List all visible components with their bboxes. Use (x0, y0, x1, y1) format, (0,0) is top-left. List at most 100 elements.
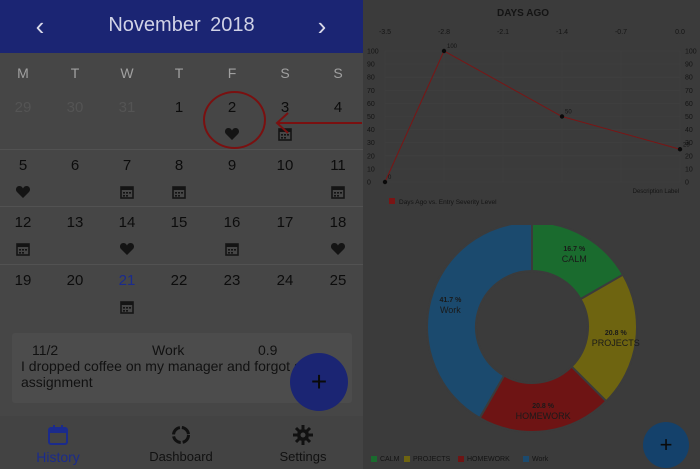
tab-settings[interactable]: Settings (253, 424, 353, 464)
calendar-day[interactable]: 7 (101, 157, 153, 174)
data-point (382, 179, 388, 185)
tab-history[interactable]: History (8, 424, 108, 465)
data-point (559, 114, 565, 119)
y-tick-label-left: 10 (367, 166, 375, 173)
y-tick-label-left: 100 (367, 49, 379, 56)
dashboard-add-button[interactable]: + (643, 422, 689, 468)
weekday-label: F (227, 65, 237, 81)
calendar-day[interactable]: 17 (259, 214, 311, 231)
y-tick-label-left: 20 (367, 153, 375, 160)
weekday-label: W (120, 65, 134, 81)
data-point-label: 100 (447, 44, 458, 50)
x-tick-label: -3.5 (379, 29, 391, 36)
calendar-day[interactable]: 30 (49, 99, 101, 116)
description-label: Description Label (633, 189, 679, 195)
data-point (677, 147, 683, 152)
x-tick-label: -0.7 (615, 29, 627, 36)
legend-swatch (458, 456, 464, 463)
entry-category: Work (152, 342, 185, 358)
calendar-row-divider (0, 264, 363, 265)
y-tick-label-right: 50 (685, 114, 693, 121)
chevron-left-icon[interactable]: ‹ (26, 12, 54, 40)
gear-icon (293, 425, 313, 445)
tab-settings-label: Settings (279, 449, 327, 464)
data-point-label: 0 (388, 175, 392, 181)
dashboard-screen: DAYS AGO -3.5 -2.8 -2.1 -1.4 -0.7 0.0 0 0 10 10 20 2… (363, 0, 700, 469)
weekday-label: M (17, 65, 29, 81)
calendar-icon[interactable] (119, 184, 135, 200)
calendar-day[interactable]: 5 (0, 157, 49, 174)
calendar-day[interactable]: 29 (0, 99, 49, 116)
x-tick-label: -2.1 (497, 29, 509, 36)
calendar-day[interactable]: 6 (49, 157, 101, 174)
add-entry-button[interactable]: + (290, 353, 348, 411)
y-tick-label-right: 70 (685, 88, 693, 95)
y-tick-label-left: 80 (367, 75, 375, 82)
calendar-day[interactable]: 31 (101, 99, 153, 116)
slice-category-label: Work (440, 305, 461, 315)
y-tick-label-right: 10 (685, 166, 693, 173)
calendar-day[interactable]: 21 (101, 272, 153, 289)
calendar-icon (48, 425, 68, 445)
severity-line-chart: DAYS AGO -3.5 -2.8 -2.1 -1.4 -0.7 0.0 0 0 10 10 20 2… (367, 8, 697, 206)
calendar-icon[interactable] (119, 299, 135, 315)
chevron-right-icon[interactable]: › (308, 12, 336, 40)
slice-category-label: PROJECTS (592, 338, 640, 348)
history-screen: ‹ November 2018 › MTWTFSS 29 30 31 1 2 3 4 5 6 7 8… (0, 0, 363, 469)
heart-icon[interactable] (119, 241, 135, 257)
tab-dashboard[interactable]: Dashboard (131, 424, 231, 464)
arrow-annotation (275, 112, 362, 134)
calendar-day[interactable]: 19 (0, 272, 49, 289)
calendar-day[interactable]: 13 (49, 214, 101, 231)
calendar-day[interactable]: 1 (153, 99, 205, 116)
heart-icon[interactable] (330, 241, 346, 257)
heart-icon[interactable] (15, 184, 31, 200)
y-tick-label-left: 40 (367, 127, 375, 134)
donut-legend-label: HOMEWORK (467, 456, 510, 463)
weekday-label: S (280, 65, 290, 81)
slice-percent-label: 41.7 % (440, 297, 463, 304)
donut-legend-item: CALM (371, 456, 399, 463)
calendar-day[interactable]: 20 (49, 272, 101, 289)
calendar-day[interactable]: 11 (312, 157, 364, 174)
calendar-day[interactable]: 24 (259, 272, 311, 289)
x-tick-label: -2.8 (438, 29, 450, 36)
calendar-header: ‹ November 2018 › (0, 0, 363, 53)
highlight-circle (203, 91, 266, 149)
calendar-icon[interactable] (224, 241, 240, 257)
y-tick-label-right: 80 (685, 75, 693, 82)
y-tick-label-right: 60 (685, 101, 693, 108)
calendar-day[interactable]: 23 (206, 272, 258, 289)
x-tick-label: -1.4 (556, 29, 568, 36)
line-legend-label: Days Ago vs. Entry Severity Level (399, 199, 497, 206)
calendar-icon[interactable] (171, 184, 187, 200)
calendar-day[interactable]: 9 (206, 157, 258, 174)
calendar-day[interactable]: 16 (206, 214, 258, 231)
weekday-label: T (174, 65, 184, 81)
calendar-day[interactable]: 10 (259, 157, 311, 174)
line-chart-title: DAYS AGO (497, 8, 549, 19)
calendar-day[interactable]: 22 (153, 272, 205, 289)
weekday-label: T (70, 65, 80, 81)
donut-legend-item: PROJECTS (404, 456, 450, 463)
calendar-icon[interactable] (330, 184, 346, 200)
y-tick-label-right: 0 (685, 180, 689, 187)
calendar-day[interactable]: 8 (153, 157, 205, 174)
legend-swatch (371, 456, 377, 463)
calendar-day[interactable]: 12 (0, 214, 49, 231)
y-tick-label-left: 30 (367, 140, 375, 147)
calendar-day[interactable]: 18 (312, 214, 364, 231)
y-tick-label-left: 60 (367, 101, 375, 108)
entry-severity: 0.9 (258, 342, 278, 358)
y-tick-label-right: 100 (685, 49, 697, 56)
donut-legend-item: Work (523, 456, 548, 463)
calendar-day[interactable]: 14 (101, 214, 153, 231)
calendar-day[interactable]: 25 (312, 272, 364, 289)
calendar-icon[interactable] (15, 241, 31, 257)
y-tick-label-left: 90 (367, 62, 375, 69)
calendar-day[interactable]: 15 (153, 214, 205, 231)
slice-category-label: CALM (562, 254, 587, 264)
weekday-label: S (333, 65, 343, 81)
calendar-row-divider (0, 206, 363, 207)
data-point (441, 48, 447, 54)
